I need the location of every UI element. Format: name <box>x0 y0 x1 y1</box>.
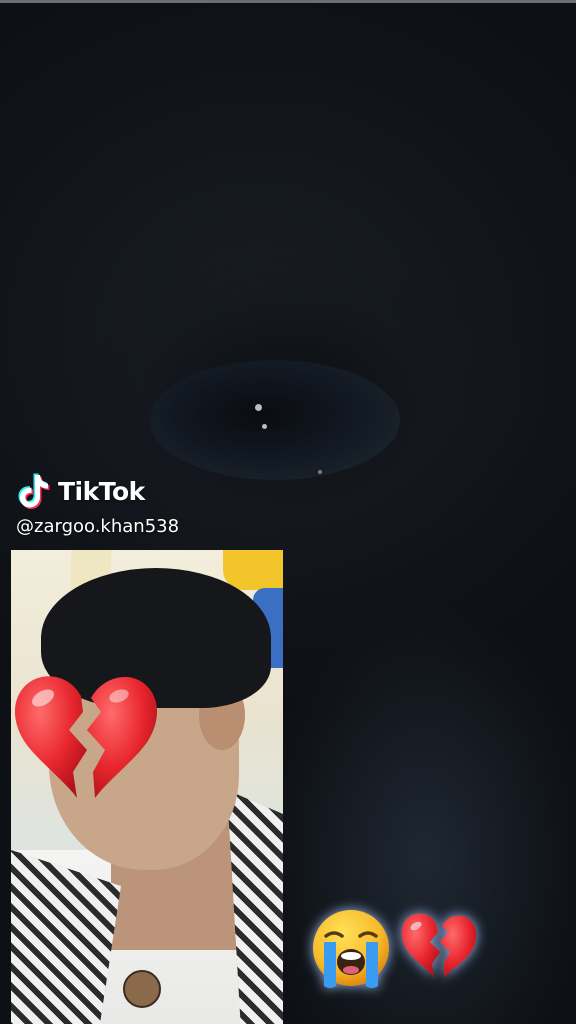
eye-glint <box>318 470 322 474</box>
background-eye <box>150 360 400 480</box>
creator-username: @zargoo.khan538 <box>16 516 180 537</box>
broken-heart-icon <box>14 676 158 798</box>
brand-name: TikTok <box>58 476 145 506</box>
tiktok-watermark: TikTok <box>18 472 145 510</box>
eye-glint <box>255 404 262 411</box>
person-pendant <box>123 970 161 1008</box>
eye-glint <box>262 424 267 429</box>
top-edge-strip <box>0 0 576 3</box>
inset-photo <box>11 550 283 1024</box>
video-frame: TikTok @zargoo.khan538 <box>0 0 576 1024</box>
broken-heart-icon <box>401 913 477 978</box>
tiktok-logo-icon <box>18 473 50 509</box>
loudly-crying-face-icon <box>313 910 389 988</box>
photo-background-object <box>223 550 283 590</box>
